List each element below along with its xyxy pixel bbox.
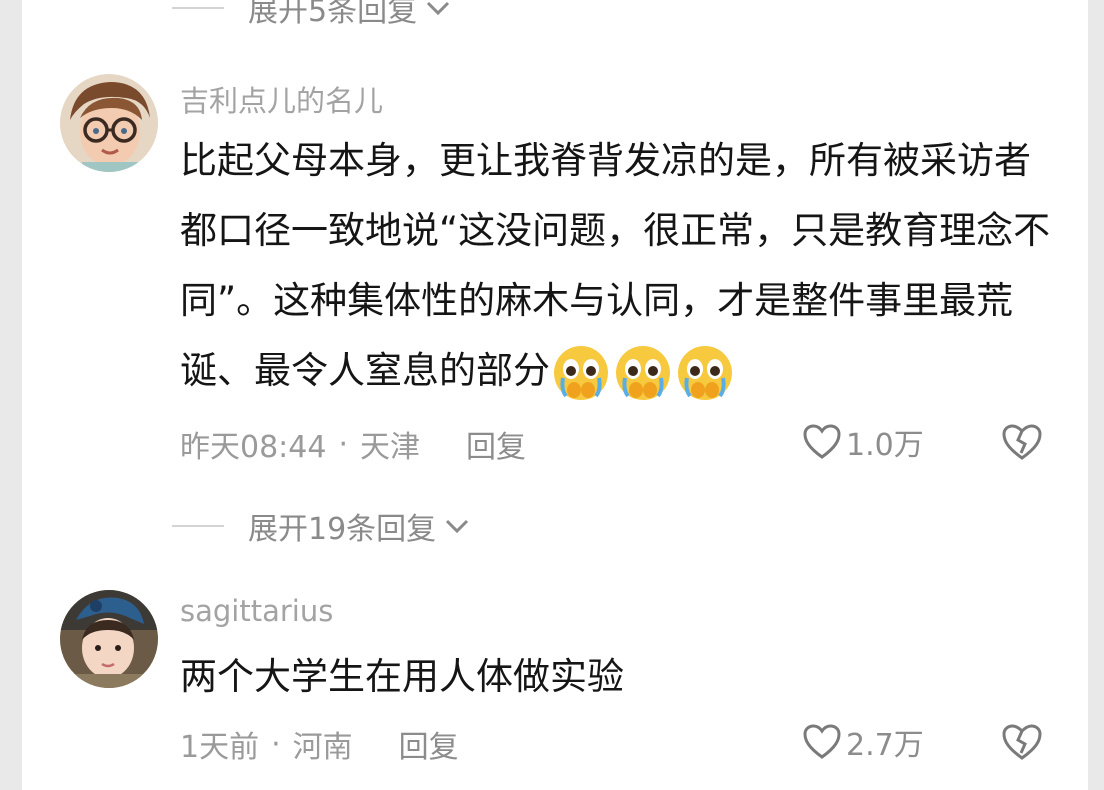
timestamp: 昨天08:44 bbox=[180, 430, 327, 465]
comment-meta: 1天前 · 河南 回复 bbox=[180, 722, 459, 766]
location: 天津 bbox=[360, 430, 421, 465]
meta-separator: · bbox=[271, 726, 281, 762]
dislike-button[interactable] bbox=[1000, 722, 1044, 766]
crying-emoji-icon bbox=[616, 345, 670, 400]
avatar[interactable] bbox=[60, 74, 158, 172]
divider-line bbox=[172, 525, 224, 527]
emoji-group bbox=[552, 344, 734, 402]
meta-separator: · bbox=[338, 426, 349, 462]
username[interactable]: 吉利点儿的名儿 bbox=[180, 78, 383, 120]
comment-text: 比起父母本身，更让我脊背发凉的是，所有被采访者都口径一致地说“这没问题，很正常，… bbox=[180, 126, 1060, 406]
heart-icon bbox=[803, 724, 841, 759]
reply-button[interactable]: 回复 bbox=[399, 722, 459, 766]
dislike-button[interactable] bbox=[1000, 422, 1044, 466]
like-button[interactable]: 1.0万 bbox=[802, 420, 924, 464]
expand-replies-label: 展开5条回复 bbox=[248, 0, 418, 29]
like-count: 2.7万 bbox=[846, 728, 924, 763]
username[interactable]: sagittarius bbox=[180, 594, 333, 628]
broken-heart-icon bbox=[1002, 424, 1042, 460]
chevron-down-icon bbox=[446, 519, 469, 534]
avatar[interactable] bbox=[60, 590, 158, 688]
comment-list: 展开5条回复 吉利点儿的名儿 比起父母本身，更让我脊背发凉的是，所有被采访者都口… bbox=[22, 0, 1088, 790]
comment-meta: 昨天08:44 · 天津 回复 bbox=[180, 422, 526, 466]
comment-text: 两个大学生在用人体做实验 bbox=[180, 642, 1060, 712]
broken-heart-icon bbox=[1002, 724, 1042, 760]
heart-icon bbox=[803, 424, 841, 459]
crying-emoji-icon bbox=[678, 345, 732, 400]
expand-replies-button[interactable]: 展开19条回复 bbox=[172, 504, 470, 548]
reply-button[interactable]: 回复 bbox=[466, 422, 526, 466]
divider-line bbox=[172, 7, 224, 9]
comment-body: 两个大学生在用人体做实验 bbox=[180, 655, 624, 698]
chevron-down-icon bbox=[427, 1, 450, 16]
timestamp: 1天前 bbox=[180, 730, 260, 765]
location: 河南 bbox=[292, 730, 353, 765]
crying-emoji-icon bbox=[554, 345, 608, 400]
expand-replies-button[interactable]: 展开5条回复 bbox=[172, 0, 451, 30]
like-count: 1.0万 bbox=[846, 428, 924, 463]
expand-replies-label: 展开19条回复 bbox=[248, 512, 437, 547]
like-button[interactable]: 2.7万 bbox=[802, 720, 924, 764]
